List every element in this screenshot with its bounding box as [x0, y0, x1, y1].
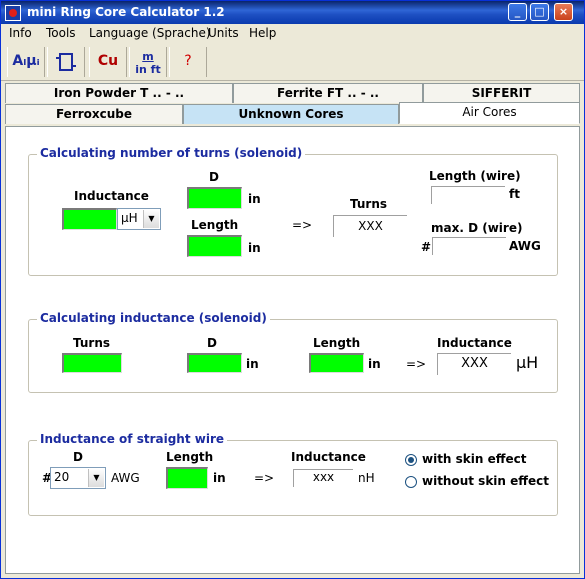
turns-group-title: Calculating number of turns (solenoid)	[37, 146, 306, 160]
circuit-icon	[56, 53, 76, 71]
chevron-down-icon: ▼	[143, 210, 159, 228]
copper-icon: Cu	[97, 53, 119, 69]
close-button[interactable]: ×	[554, 3, 573, 21]
inductance-input[interactable]	[62, 208, 117, 230]
tab-air-cores[interactable]: Air Cores	[399, 102, 580, 124]
straight-wire-group: Inductance of straight wire D # 20 ▼ AWG…	[28, 432, 558, 516]
wire-length-output	[431, 186, 505, 204]
wire-length-unit: ft	[509, 187, 520, 201]
inductance-unit-value: µH	[121, 211, 138, 225]
help-tool-button[interactable]: ?	[169, 47, 207, 77]
title-bar: mini Ring Core Calculator 1.2 _ □ ×	[1, 1, 584, 24]
awg-unit: AWG	[509, 239, 541, 253]
inductance-label: Inductance	[74, 189, 149, 203]
awg-select[interactable]: 20 ▼	[50, 467, 106, 489]
diameter-unit: in	[246, 357, 259, 371]
without-skin-effect-radio[interactable]	[405, 476, 417, 488]
chevron-down-icon: ▼	[88, 469, 104, 487]
awg-unit: AWG	[111, 471, 140, 485]
menu-bar: Info Tools Language (Sprache) Units Help	[1, 24, 584, 43]
length-label: Length	[313, 336, 361, 350]
max-wire-diameter-label: max. D (wire)	[431, 221, 523, 235]
turns-group: Calculating number of turns (solenoid) I…	[28, 146, 558, 276]
tab-iron-powder[interactable]: Iron Powder T .. - ..	[5, 83, 233, 103]
arrow-text: =>	[406, 357, 427, 371]
app-icon	[5, 5, 21, 21]
menu-language[interactable]: Language (Sprache)	[89, 26, 211, 40]
al-mu-icon: Aₗμᵢ	[12, 53, 40, 69]
al-mu-tool-button[interactable]: Aₗμᵢ	[7, 47, 45, 77]
circuit-tool-button[interactable]	[47, 47, 85, 77]
turns-output: XXX	[333, 215, 407, 237]
wire-length-input[interactable]	[166, 467, 208, 489]
length-label: Length	[191, 218, 239, 232]
inductance-group: Calculating inductance (solenoid) Turns …	[28, 311, 558, 393]
length-input[interactable]	[187, 235, 242, 257]
menu-units[interactable]: Units	[208, 26, 239, 40]
length-unit: in	[248, 241, 261, 255]
wire-diameter-label: D	[73, 450, 83, 464]
meters-icon: m	[142, 50, 154, 63]
diameter-label: D	[207, 336, 217, 350]
turns-label: Turns	[73, 336, 111, 350]
copper-tool-button[interactable]: Cu	[89, 47, 127, 77]
diameter-input[interactable]	[187, 353, 242, 373]
diameter-label: D	[209, 170, 219, 184]
menu-tools[interactable]: Tools	[46, 26, 76, 40]
tab-unknown-cores[interactable]: Unknown Cores	[183, 104, 399, 124]
awg-select-value: 20	[54, 470, 70, 484]
inductance-unit: µH	[516, 353, 539, 372]
tab-sifferit[interactable]: SIFFERIT	[423, 83, 580, 103]
diameter-unit: in	[248, 192, 261, 206]
wire-inductance-unit: nH	[358, 471, 375, 485]
air-cores-panel: Calculating number of turns (solenoid) I…	[5, 126, 580, 574]
length-input[interactable]	[309, 353, 364, 373]
turns-label: Turns	[350, 197, 388, 211]
tab-ferrite[interactable]: Ferrite FT .. - ..	[233, 83, 423, 103]
arrow-text: =>	[254, 471, 275, 485]
with-skin-effect-radio[interactable]	[405, 454, 417, 466]
minimize-button[interactable]: _	[508, 3, 527, 21]
tab-ferroxcube[interactable]: Ferroxcube	[5, 104, 183, 124]
max-wire-diameter-output	[432, 237, 506, 255]
inch-feet-icon: in ft	[135, 63, 161, 76]
inductance-output: XXX	[437, 353, 511, 375]
units-tool-button[interactable]: m in ft	[129, 47, 167, 77]
without-skin-effect-label[interactable]: without skin effect	[422, 474, 549, 488]
diameter-input[interactable]	[187, 187, 242, 209]
length-unit: in	[368, 357, 381, 371]
with-skin-effect-label[interactable]: with skin effect	[422, 452, 526, 466]
awg-hash: #	[421, 240, 432, 254]
wire-length-label: Length	[166, 450, 214, 464]
app-window: mini Ring Core Calculator 1.2 _ □ × Info…	[0, 0, 585, 579]
straight-wire-group-title: Inductance of straight wire	[37, 432, 228, 446]
turns-input[interactable]	[62, 353, 122, 373]
menu-info[interactable]: Info	[9, 26, 32, 40]
toolbar: Aₗμᵢ Cu m in ft ?	[1, 43, 584, 81]
window-title: mini Ring Core Calculator 1.2	[27, 5, 225, 19]
inductance-unit-select[interactable]: µH ▼	[117, 208, 161, 230]
menu-help[interactable]: Help	[249, 26, 276, 40]
inductance-group-title: Calculating inductance (solenoid)	[37, 311, 270, 325]
wire-length-unit: in	[213, 471, 226, 485]
inductance-label: Inductance	[437, 336, 512, 350]
question-icon: ?	[184, 53, 192, 69]
wire-inductance-label: Inductance	[291, 450, 366, 464]
maximize-button[interactable]: □	[530, 3, 549, 21]
arrow-text: =>	[292, 218, 313, 232]
wire-inductance-output: xxx	[293, 469, 353, 487]
wire-length-label: Length (wire)	[429, 169, 521, 183]
